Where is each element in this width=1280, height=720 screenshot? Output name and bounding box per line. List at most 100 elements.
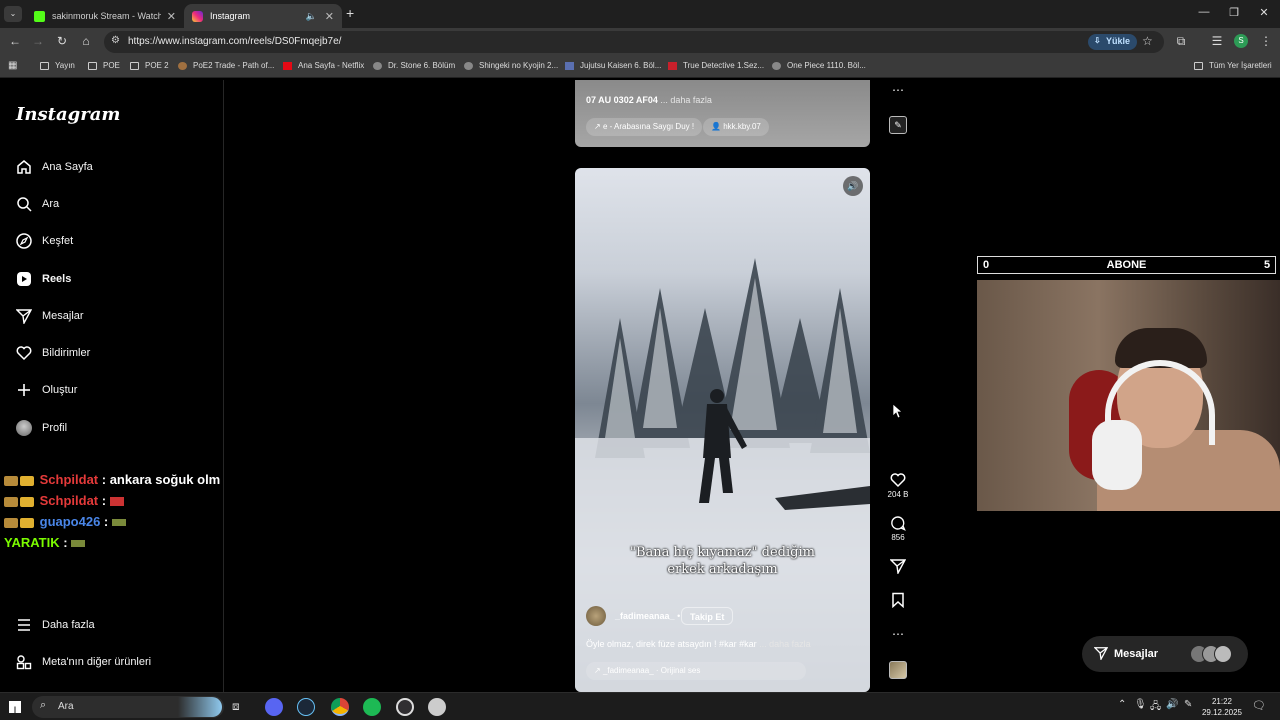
task-view-icon[interactable]: ⧈	[232, 699, 240, 714]
close-tab-icon[interactable]: ✕	[325, 10, 334, 23]
mute-button[interactable]: 🔊	[843, 176, 863, 196]
bookmark-item[interactable]: Yayın	[40, 61, 75, 70]
author-avatar[interactable]	[586, 606, 606, 626]
bookmark-icon	[892, 592, 904, 609]
discord-icon[interactable]	[265, 698, 283, 716]
forward-icon[interactable]: →	[29, 34, 47, 48]
nav-search[interactable]: Ara	[16, 193, 59, 215]
bookmark-item[interactable]: One Piece 1110. Böl...	[772, 61, 866, 70]
home-icon[interactable]: ⌂	[77, 34, 95, 48]
avatar	[1214, 645, 1232, 663]
obs-icon[interactable]	[396, 698, 414, 716]
install-icon: ⇩	[1094, 36, 1101, 45]
browser-tab-strip: ⌄ sakinmoruk Stream - Watch Liv ✕ Instag…	[0, 0, 1280, 28]
app-icon[interactable]	[428, 698, 446, 716]
reading-list-icon[interactable]: ☰	[1208, 34, 1226, 48]
reload-icon[interactable]: ↻	[53, 34, 71, 48]
chat-username: guapo426	[39, 514, 101, 529]
close-tab-icon[interactable]: ✕	[167, 10, 176, 23]
save-button[interactable]	[886, 592, 910, 610]
bookmark-item[interactable]: POE	[88, 61, 120, 70]
reel-previous[interactable]: 07 AU 0302 AF04 ... daha fazla ↗ e - Ara…	[575, 80, 870, 147]
close-window-icon[interactable]: ✕	[1254, 6, 1274, 19]
like-button[interactable]: 204 B	[886, 472, 910, 499]
emote-icon	[71, 540, 86, 548]
nav-profile[interactable]: Profil	[16, 417, 67, 439]
audio-thumbnail[interactable]	[889, 661, 907, 679]
nav-reels[interactable]: Reels	[16, 268, 71, 290]
prev-audio-pill[interactable]: ↗ e - Arabasına Saygı Duy !	[586, 118, 703, 136]
comment-button[interactable]: 856	[886, 515, 910, 542]
comment-icon	[891, 516, 906, 531]
messages-pill[interactable]: Mesajlar	[1082, 636, 1248, 672]
nav-create[interactable]: Oluştur	[16, 379, 77, 401]
spotify-icon[interactable]	[363, 698, 381, 716]
apps-icon[interactable]: ▦	[8, 60, 17, 71]
crown-icon	[20, 475, 34, 486]
notification-icon[interactable]: 🗨	[1252, 699, 1266, 712]
microphone-icon[interactable]: 🎙	[1134, 699, 1147, 710]
send-icon	[1093, 646, 1109, 663]
clock[interactable]: 21:22 29.12.2025	[1200, 696, 1244, 718]
bookmark-item[interactable]: Ana Sayfa - Netflix	[283, 61, 364, 70]
nav-more[interactable]: Daha fazla	[16, 614, 95, 636]
install-button[interactable]: ⇩ Yükle	[1088, 34, 1138, 50]
cam-pillow	[1092, 420, 1142, 490]
share-button[interactable]	[886, 558, 910, 576]
bookmark-star-icon[interactable]: ☆	[1142, 34, 1153, 48]
more-link[interactable]: ... daha fazla	[759, 639, 811, 649]
audio-pill[interactable]: ↗ _fadimeanaa_ · Orijinal ses	[586, 662, 806, 680]
prev-more-link[interactable]: ... daha fazla	[660, 95, 712, 105]
nav-explore[interactable]: Keşfet	[16, 230, 73, 252]
author-username[interactable]: _fadimeanaa_	[615, 611, 675, 621]
send-icon	[16, 308, 32, 324]
windows-start-icon[interactable]	[9, 701, 21, 713]
address-bar[interactable]: ⚙ https://www.instagram.com/reels/DS0Fmq…	[104, 31, 1164, 53]
nav-messages[interactable]: Mesajlar	[16, 305, 84, 327]
volume-icon[interactable]: 🔊	[1166, 699, 1178, 710]
prev-more-options-icon[interactable]: ⋯	[886, 83, 910, 97]
tab-search-button[interactable]: ⌄	[4, 6, 22, 22]
network-icon[interactable]: 🖧	[1150, 699, 1161, 716]
menu-icon[interactable]: ⋮	[1257, 34, 1275, 48]
back-icon[interactable]: ←	[6, 34, 24, 48]
nav-meta-products[interactable]: Meta'nın diğer ürünleri	[16, 651, 151, 673]
site-info-icon[interactable]: ⚙	[111, 35, 120, 46]
bookmark-item[interactable]: Jujutsu Kaisen 6. Böl...	[565, 61, 661, 70]
bookmark-item[interactable]: Shingeki no Kyojin 2...	[464, 61, 558, 70]
bookmark-item[interactable]: True Detective 1.Sez...	[668, 61, 764, 70]
tab-instagram[interactable]: Instagram 🔈 ✕	[184, 4, 342, 28]
bookmark-item[interactable]: PoE2 Trade - Path of...	[178, 61, 274, 70]
bookmark-item[interactable]: Dr. Stone 6. Bölüm	[373, 61, 455, 70]
follow-button[interactable]: Takip Et	[681, 607, 734, 625]
emote-icon	[111, 519, 126, 527]
prev-tag-pill[interactable]: 👤 hkk.kby.07	[703, 118, 769, 136]
reel-video[interactable]: 🔊 "Bana hiç kıyamaz" dediğim erkek arkad…	[575, 168, 870, 692]
tray-overflow-icon[interactable]: ⌃	[1118, 699, 1126, 710]
windows-taskbar: ⌕ Ara ⧈ ⌃ 🎙 🖧 🔊 ✎ 21:22 29.12.2025 🗨	[0, 692, 1280, 720]
chrome-icon[interactable]	[331, 698, 349, 716]
minimize-icon[interactable]: —	[1194, 6, 1214, 18]
new-tab-button[interactable]: +	[346, 5, 354, 21]
chat-message: guapo426 :	[4, 514, 126, 529]
steam-icon[interactable]	[297, 698, 315, 716]
avatar-stack	[1190, 645, 1234, 663]
pen-icon[interactable]: ✎	[1184, 699, 1192, 710]
all-bookmarks[interactable]: Tüm Yer İşaretleri	[1194, 61, 1272, 70]
chat-separator: :	[98, 472, 110, 487]
nav-notifications[interactable]: Bildirimler	[16, 342, 90, 364]
speaker-icon[interactable]: 🔈	[306, 11, 317, 22]
prev-audio-thumb-icon[interactable]: ✎	[889, 116, 907, 134]
bookmark-item[interactable]: POE 2	[130, 61, 169, 70]
more-options-icon[interactable]: ⋯	[886, 627, 910, 641]
extensions-icon[interactable]: ⧉	[1172, 34, 1190, 49]
taskbar-search[interactable]: ⌕ Ara	[32, 696, 224, 718]
profile-avatar[interactable]: S	[1234, 34, 1248, 48]
heart-icon	[16, 345, 32, 361]
comment-count: 856	[891, 533, 905, 542]
restore-icon[interactable]: ❐	[1224, 6, 1244, 19]
instagram-logo[interactable]: Instagram	[16, 104, 120, 125]
goal-label: ABONE	[1106, 259, 1147, 271]
tab-stream[interactable]: sakinmoruk Stream - Watch Liv ✕	[26, 4, 184, 28]
nav-home[interactable]: Ana Sayfa	[16, 156, 93, 178]
